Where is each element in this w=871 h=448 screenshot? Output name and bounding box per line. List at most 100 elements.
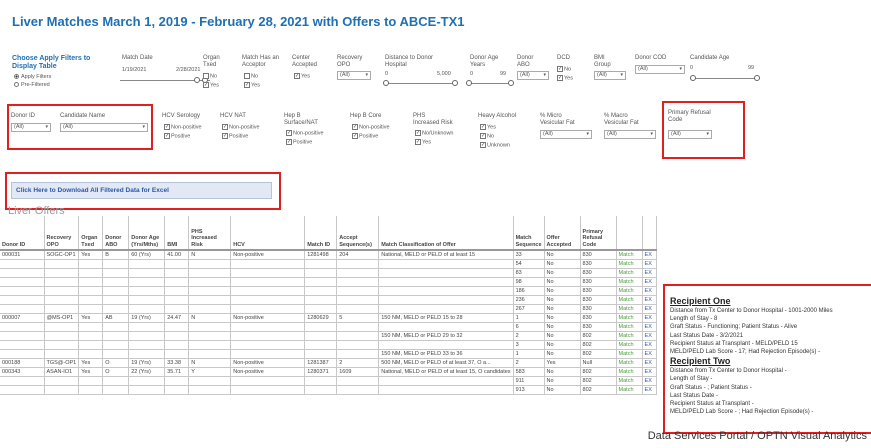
distance-slider[interactable] [383,80,458,86]
ex-link[interactable]: EX [642,304,657,314]
slider-knob-icon[interactable] [690,75,696,81]
distance-max[interactable]: 5,000 [437,71,451,78]
match-link[interactable]: Match [616,268,643,278]
column-header[interactable]: Offer Accepted [544,216,581,251]
column-header[interactable]: PHS Increased Risk [188,216,232,251]
heavy-alcohol-opt2[interactable]: ✓ No [480,133,494,140]
column-header[interactable]: Recovery OPO [44,216,80,251]
ex-link[interactable]: EX [642,277,657,287]
organ-txed-no[interactable]: No [203,73,217,80]
slider-knob-icon[interactable] [383,80,389,86]
slider-knob-icon[interactable] [508,80,514,86]
ex-link[interactable]: EX [642,367,657,377]
table-cell: 6 [513,322,545,332]
column-header[interactable]: Donor Age (Yrs/Mths) [128,216,166,251]
match-link[interactable]: Match [616,295,643,305]
candidate-age-max[interactable]: 99 [748,65,754,72]
acceptor-yes[interactable]: ✓ Yes [244,82,260,89]
hep-b-core-opt1[interactable]: ✓ Non-positive [352,124,390,131]
match-date-slider[interactable] [120,77,210,83]
match-link[interactable]: Match [616,385,643,395]
match-link[interactable]: Match [616,286,643,296]
ex-link[interactable]: EX [642,268,657,278]
table-cell: 22 (Yrs) [128,367,166,377]
donor-cod-select[interactable]: (All) ▾ [635,65,685,74]
hep-b-surface-opt1[interactable]: ✓ Non-positive [286,130,324,137]
hep-b-surface-opt2[interactable]: ✓ Positive [286,139,312,146]
ex-link[interactable]: EX [642,376,657,386]
heavy-alcohol-opt1[interactable]: ✓ Yes [480,124,496,131]
hcv-nat-opt1[interactable]: ✓ Non-positive [222,124,260,131]
column-header[interactable]: HCV [230,216,306,251]
dcd-no[interactable]: ✓ No [557,66,571,73]
heavy-alcohol-opt3[interactable]: ✓ Unknown [480,142,510,149]
match-date-from[interactable]: 1/19/2021 [122,67,146,74]
recovery-opo-select[interactable]: (All) ▾ [337,71,371,80]
match-link[interactable]: Match [616,331,643,341]
hcv-serology-opt2[interactable]: ✓ Positive [164,133,190,140]
donor-age-max[interactable]: 99 [500,71,506,78]
ex-link[interactable]: EX [642,259,657,269]
radio-apply-filters[interactable]: Apply Filters [14,74,51,81]
column-header[interactable]: BMI [164,216,190,251]
macro-fat-select[interactable]: (All) ▾ [604,130,656,139]
slider-knob-icon[interactable] [194,77,200,83]
match-link[interactable]: Match [616,376,643,386]
dcd-yes[interactable]: ✓ Yes [557,75,573,82]
match-link[interactable]: Match [616,367,643,377]
acceptor-no[interactable]: No [244,73,258,80]
slider-knob-icon[interactable] [452,80,458,86]
column-header[interactable] [642,216,657,251]
column-header[interactable]: Organ Txed [78,216,104,251]
ex-link[interactable]: EX [642,349,657,359]
column-header[interactable] [616,216,643,251]
radio-prefiltered[interactable]: Pre-Filtered [14,82,50,89]
match-link[interactable]: Match [616,304,643,314]
match-link[interactable]: Match [616,277,643,287]
ex-link[interactable]: EX [642,322,657,332]
match-link[interactable]: Match [616,313,643,323]
match-link[interactable]: Match [616,349,643,359]
column-header[interactable]: Match Classification of Offer [378,216,514,251]
donor-abo-select[interactable]: (All) ▾ [517,71,549,80]
phs-risk-opt1[interactable]: ✓ No/Unknown [415,130,454,137]
table-cell [378,304,514,314]
ex-link[interactable]: EX [642,331,657,341]
match-link[interactable]: Match [616,259,643,269]
column-header[interactable]: Accept Sequence(s) [336,216,380,251]
phs-risk-opt2[interactable]: ✓ Yes [415,139,431,146]
match-link[interactable]: Match [616,322,643,332]
column-header[interactable]: Match ID [304,216,338,251]
hcv-serology-opt1[interactable]: ✓ Non-positive [164,124,202,131]
slider-knob-icon[interactable] [754,75,760,81]
hep-b-core-opt2[interactable]: ✓ Positive [352,133,378,140]
donor-age-slider[interactable] [466,80,514,86]
ex-link[interactable]: EX [642,286,657,296]
ex-link[interactable]: EX [642,358,657,368]
match-link[interactable]: Match [616,250,643,260]
candidate-age-min[interactable]: 0 [690,65,693,72]
match-link[interactable]: Match [616,340,643,350]
column-header[interactable]: Primary Refusal Code [580,216,617,251]
organ-txed-yes[interactable]: ✓ Yes [203,82,219,89]
column-header[interactable]: Match Sequence [513,216,545,251]
ex-link[interactable]: EX [642,250,657,260]
ex-link[interactable]: EX [642,313,657,323]
column-header[interactable]: Donor ID [0,216,45,251]
donor-age-min[interactable]: 0 [470,71,473,78]
slider-knob-icon[interactable] [466,80,472,86]
ex-link[interactable]: EX [642,340,657,350]
match-date-to[interactable]: 2/28/2021 [176,67,200,74]
ex-link[interactable]: EX [642,385,657,395]
table-cell [230,376,306,386]
table-cell: 19 (Yrs) [128,358,166,368]
candidate-age-slider[interactable] [690,75,760,81]
match-link[interactable]: Match [616,358,643,368]
hcv-nat-opt2[interactable]: ✓ Positive [222,133,248,140]
distance-min[interactable]: 0 [385,71,388,78]
ex-link[interactable]: EX [642,295,657,305]
micro-fat-select[interactable]: (All) ▾ [540,130,592,139]
center-accepted-yes[interactable]: ✓ Yes [294,73,310,80]
column-header[interactable]: Donor ABO [102,216,130,251]
bmi-group-select[interactable]: (All) ▾ [594,71,626,80]
